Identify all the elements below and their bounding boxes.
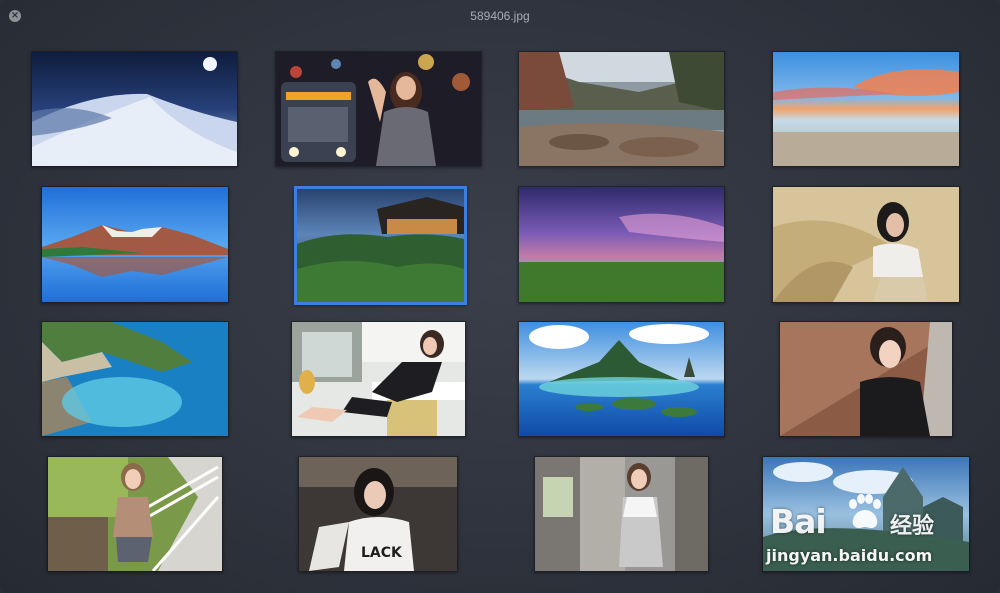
thumbnail-woman-stair-railing[interactable] xyxy=(47,456,223,572)
image-viewer-window: × 589406.jpg LACK Bai 经验 jingyan.baidu.c… xyxy=(0,0,1000,593)
thumbnail-snowy-dunes-night[interactable] xyxy=(31,51,238,167)
thumbnail-woman-wheat-field[interactable] xyxy=(772,186,960,303)
thumbnail-woman-city-lights[interactable] xyxy=(275,51,482,167)
thumbnail-turquoise-cove-cliffs[interactable] xyxy=(41,321,229,437)
window-title: 589406.jpg xyxy=(470,9,530,23)
thumbnail-fantasy-castle-sky[interactable] xyxy=(762,456,970,572)
thumbnail-tropical-island-lagoon[interactable] xyxy=(518,321,725,437)
thumbnail-lake-rocks-autumn[interactable] xyxy=(518,51,725,167)
thumbnail-sunset-beach[interactable] xyxy=(772,51,960,167)
svg-text:LACK: LACK xyxy=(361,545,403,561)
thumbnail-mountain-lake-reflection[interactable] xyxy=(41,186,229,303)
titlebar: × 589406.jpg xyxy=(0,0,1000,32)
thumbnail-woman-corridor-pillar[interactable] xyxy=(534,456,709,572)
thumbnail-woman-cafe-table[interactable] xyxy=(291,321,466,437)
thumbnail-woman-brick-wall[interactable] xyxy=(779,321,953,437)
thumbnail-temple-forest-dusk[interactable] xyxy=(294,186,467,305)
thumbnail-woman-black-shirt[interactable]: LACK xyxy=(298,456,458,572)
thumbnail-purple-sky-field[interactable] xyxy=(518,186,725,303)
